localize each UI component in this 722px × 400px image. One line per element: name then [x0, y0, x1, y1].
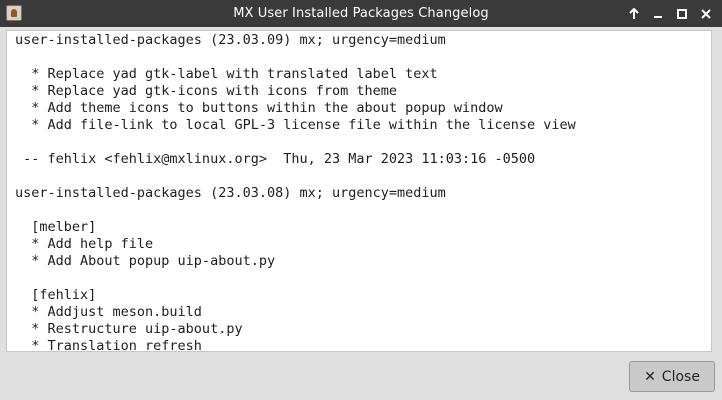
minimize-icon[interactable] [648, 0, 668, 27]
x-icon: ✕ [644, 368, 656, 385]
changelog-line: * Add file-link to local GPL-3 license f… [15, 117, 576, 133]
changelog-text: user-installed-packages (23.03.09) mx; u… [7, 31, 711, 352]
window-controls [624, 0, 716, 27]
changelog-line: * Replace yad gtk-icons with icons from … [15, 83, 398, 99]
changelog-line [15, 134, 711, 151]
changelog-line: * Add theme icons to buttons within the … [15, 100, 503, 116]
changelog-line: * Add help file [15, 236, 154, 252]
changelog-text-view[interactable]: user-installed-packages (23.03.09) mx; u… [6, 30, 712, 352]
maximize-icon[interactable] [672, 0, 692, 27]
changelog-line: * Add About popup uip-about.py [15, 253, 276, 269]
title-bar: MX User Installed Packages Changelog [0, 0, 722, 27]
changelog-line [15, 270, 711, 287]
changelog-line: -- fehlix <fehlix@mxlinux.org> Thu, 23 M… [15, 151, 536, 167]
window-title: MX User Installed Packages Changelog [233, 6, 489, 21]
arrow-up-icon[interactable] [624, 0, 644, 27]
changelog-line [15, 49, 711, 66]
close-icon[interactable] [696, 0, 716, 27]
changelog-line: [fehlix] [15, 287, 97, 303]
changelog-line: user-installed-packages (23.03.08) mx; u… [15, 185, 446, 201]
changelog-line [15, 202, 711, 219]
close-button[interactable]: ✕ Close [629, 361, 715, 392]
changelog-line: user-installed-packages (23.03.09) mx; u… [15, 32, 446, 48]
changelog-line: * Replace yad gtk-label with translated … [15, 66, 438, 82]
changelog-line: * Restructure uip-about.py [15, 321, 243, 337]
changelog-line: * Translation refresh [15, 338, 202, 352]
changelog-line: [melber] [15, 219, 97, 235]
changelog-line: * Addjust meson.build [15, 304, 202, 320]
changelog-line [15, 168, 711, 185]
close-button-label: Close [661, 368, 700, 385]
